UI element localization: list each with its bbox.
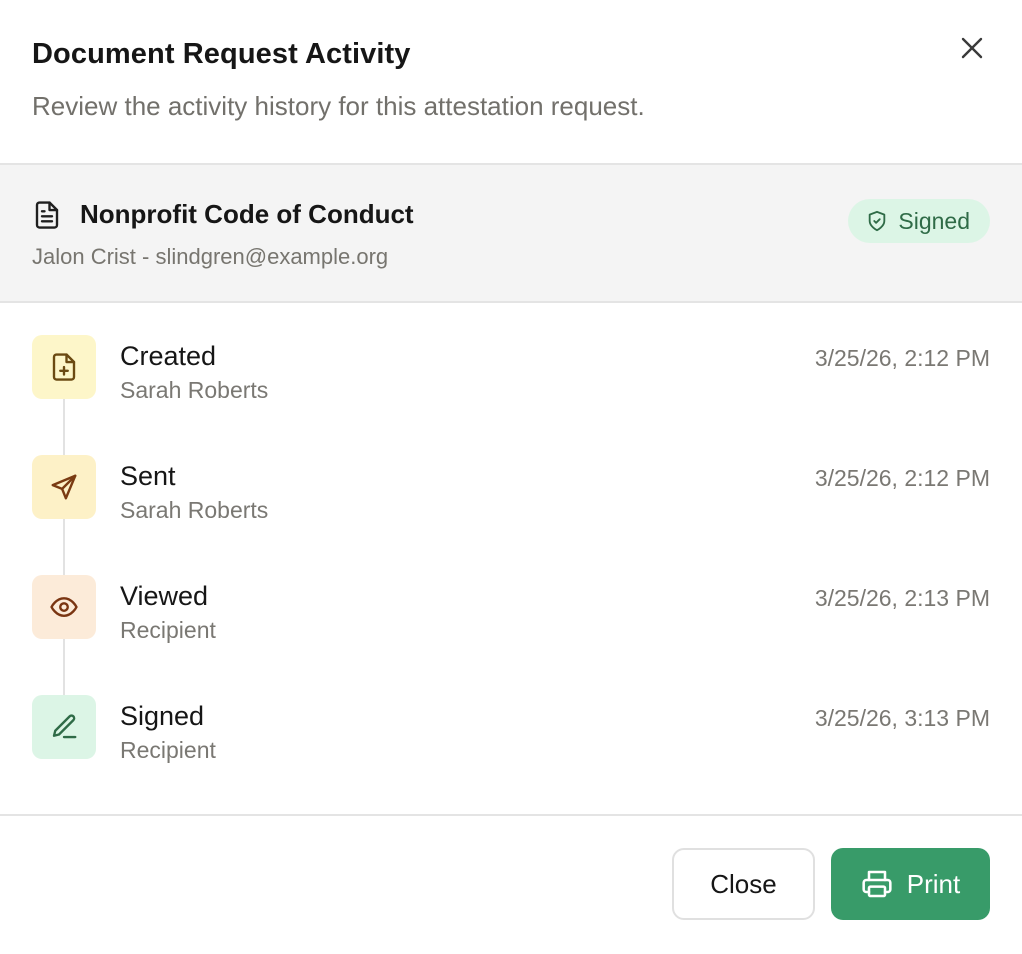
timeline-event-viewed: Viewed Recipient 3/25/26, 2:13 PM: [32, 575, 990, 643]
event-time: 3/25/26, 3:13 PM: [814, 705, 990, 731]
file-text-icon: [32, 200, 62, 230]
event-actor: Recipient: [120, 617, 216, 643]
timeline-event-sent: Sent Sarah Roberts 3/25/26, 2:12 PM: [32, 455, 990, 523]
document-summary: Nonprofit Code of Conduct Jalon Crist - …: [0, 165, 1022, 303]
event-actor: Sarah Roberts: [120, 497, 269, 523]
send-icon: [32, 455, 96, 519]
eye-icon: [32, 575, 96, 639]
status-badge: Signed: [848, 199, 990, 243]
event-time: 3/25/26, 2:12 PM: [814, 345, 990, 371]
event-label: Viewed: [120, 581, 209, 611]
event-time: 3/25/26, 2:13 PM: [814, 585, 990, 611]
document-title-row: Nonprofit Code of Conduct: [32, 199, 990, 230]
event-actor: Sarah Roberts: [120, 377, 269, 403]
pen-line-icon: [32, 695, 96, 759]
status-label: Signed: [898, 207, 970, 234]
event-actor: Recipient: [120, 737, 216, 763]
document-recipient: Jalon Crist - slindgren@example.org: [32, 244, 389, 269]
timeline-connector: [63, 399, 65, 455]
document-name: Nonprofit Code of Conduct: [80, 199, 414, 229]
shield-check-icon: [866, 210, 888, 232]
dialog-header: Document Request Activity Review the act…: [0, 0, 1022, 165]
timeline-event-created: Created Sarah Roberts 3/25/26, 2:12 PM: [32, 335, 990, 403]
dialog-subtitle: Review the activity history for this att…: [32, 91, 645, 121]
event-label: Created: [120, 341, 217, 371]
event-label: Signed: [120, 701, 205, 731]
timeline-connector: [63, 519, 65, 575]
x-icon[interactable]: [958, 34, 986, 62]
event-time: 3/25/26, 2:12 PM: [814, 465, 990, 491]
timeline-connector: [63, 639, 65, 695]
close-button[interactable]: Close: [672, 848, 815, 920]
event-label: Sent: [120, 461, 176, 491]
print-button[interactable]: Print: [831, 848, 990, 920]
file-plus-icon: [32, 335, 96, 399]
print-label: Print: [906, 868, 961, 899]
activity-timeline: Created Sarah Roberts 3/25/26, 2:12 PM S…: [0, 303, 1022, 816]
printer-icon: [862, 870, 892, 898]
timeline-event-signed: Signed Recipient 3/25/26, 3:13 PM: [32, 695, 990, 763]
dialog-title: Document Request Activity: [32, 38, 411, 70]
activity-dialog: Document Request Activity Review the act…: [0, 0, 1022, 954]
dialog-footer: Close Print: [0, 816, 1022, 952]
